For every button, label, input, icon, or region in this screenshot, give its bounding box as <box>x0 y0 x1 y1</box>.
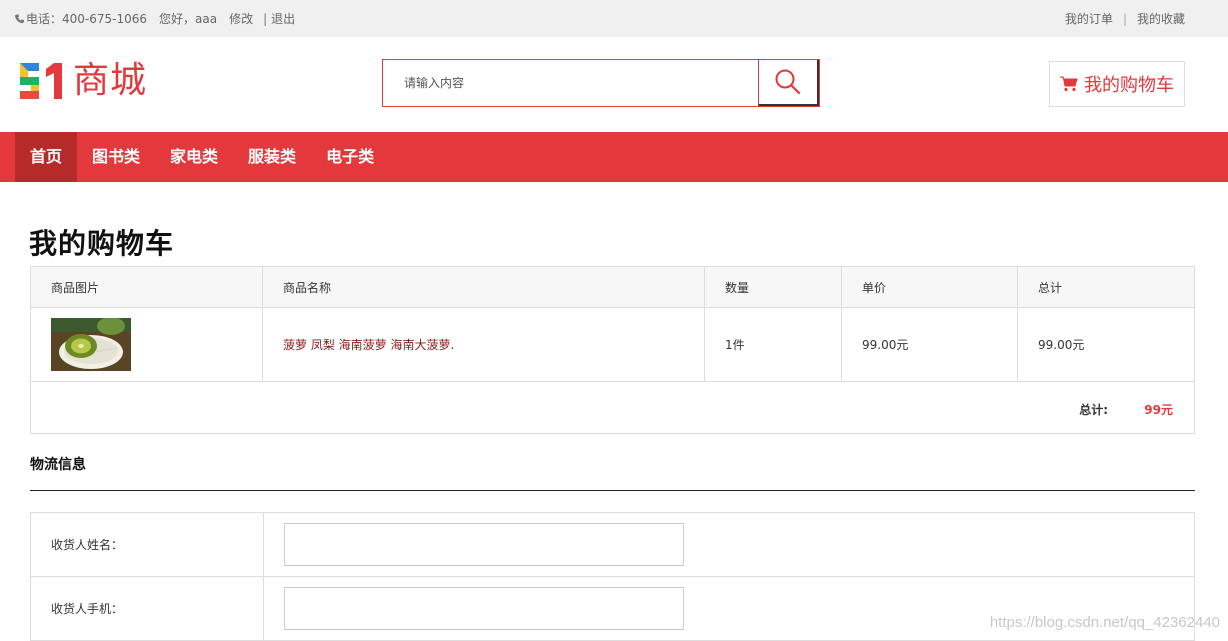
column-header-image: 商品图片 <box>30 266 263 308</box>
nav-item-appliances[interactable]: 家电类 <box>155 132 233 182</box>
search-button[interactable] <box>758 60 819 106</box>
nav-item-electronics[interactable]: 电子类 <box>311 132 389 182</box>
form-row: 收货人姓名： <box>30 512 1195 577</box>
cart-total-box: 总计: 99元 <box>30 382 1195 434</box>
search-bar <box>382 59 820 107</box>
receiver-phone-label: 收货人手机： <box>30 576 264 641</box>
top-bar-separator: | <box>1122 11 1127 26</box>
shipping-section-title: 物流信息 <box>30 457 86 473</box>
my-cart-label: 我的购物车 <box>1084 75 1174 96</box>
section-divider <box>30 490 1195 491</box>
phone-icon <box>15 14 24 23</box>
logout-separator: | <box>263 11 268 26</box>
my-favorites-link[interactable]: 我的收藏 <box>1137 10 1185 27</box>
my-orders-link[interactable]: 我的订单 <box>1065 10 1113 27</box>
product-thumbnail[interactable] <box>51 318 131 371</box>
column-header-subtotal: 总计 <box>1017 266 1195 308</box>
edit-profile-link[interactable]: 修改 <box>229 10 253 27</box>
page-title: 我的购物车 <box>29 227 175 260</box>
receiver-name-cell <box>263 512 1195 577</box>
nav-item-home[interactable]: 首页 <box>15 132 78 182</box>
nav-item-books[interactable]: 图书类 <box>77 132 155 182</box>
site-logo[interactable]: 商城 <box>17 60 147 102</box>
phone-number: 电话：400-675-1066 <box>26 12 148 26</box>
nav-item-clothing[interactable]: 服装类 <box>233 132 311 182</box>
subtotal-cell: 99.00元 <box>1017 307 1195 382</box>
total-value: 99元 <box>1144 403 1173 417</box>
total-label: 总计: <box>1079 403 1108 417</box>
product-name-link[interactable]: 菠萝 凤梨 海南菠萝 海南大菠萝. <box>283 338 454 352</box>
cart-table: 商品图片 商品名称 数量 单价 总计 菠萝 凤梨 海南菠萝 海南大菠萝. 1件 … <box>30 266 1195 382</box>
search-input[interactable] <box>383 60 758 106</box>
receiver-phone-input[interactable] <box>284 587 684 630</box>
main-nav: 首页 图书类 家电类 服装类 电子类 <box>0 132 1228 182</box>
cart-table-header: 商品图片 商品名称 数量 单价 总计 <box>30 266 1195 308</box>
logo-mark-icon <box>20 63 62 99</box>
table-row: 菠萝 凤梨 海南菠萝 海南大菠萝. 1件 99.00元 99.00元 <box>30 307 1195 382</box>
unit-price-cell: 99.00元 <box>841 307 1018 382</box>
top-bar: 电话：400-675-1066 您好，aaa 修改 | 退出 我的订单 | 我的… <box>0 0 1228 37</box>
watermark-text: https://blog.csdn.net/qq_42362440 <box>989 614 1220 631</box>
column-header-quantity: 数量 <box>704 266 842 308</box>
product-name-cell: 菠萝 凤梨 海南菠萝 海南大菠萝. <box>262 307 705 382</box>
receiver-name-input[interactable] <box>284 523 684 566</box>
logo-text: 商城 <box>73 60 148 101</box>
shopping-cart-icon <box>1060 76 1078 92</box>
receiver-name-label: 收货人姓名： <box>30 512 264 577</box>
top-bar-left: 电话：400-675-1066 您好，aaa 修改 | 退出 <box>15 10 307 27</box>
greeting-text: 您好，aaa <box>159 12 218 26</box>
quantity-cell: 1件 <box>704 307 842 382</box>
column-header-name: 商品名称 <box>262 266 705 308</box>
search-icon <box>775 69 801 95</box>
column-header-unit-price: 单价 <box>841 266 1018 308</box>
top-bar-right: 我的订单 | 我的收藏 <box>1065 10 1185 27</box>
product-image-cell <box>30 307 263 382</box>
my-cart-button[interactable]: 我的购物车 <box>1049 61 1185 107</box>
logout-link[interactable]: 退出 <box>271 10 295 27</box>
